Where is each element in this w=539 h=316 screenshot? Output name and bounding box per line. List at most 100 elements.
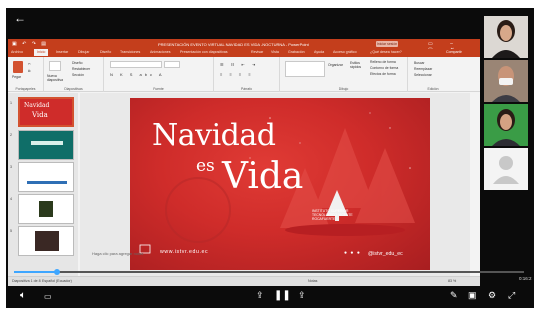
font-size-select[interactable]	[164, 61, 180, 68]
slide-thumb-2[interactable]	[18, 130, 74, 160]
shape-effects-button[interactable]: Efectos de forma	[370, 72, 396, 76]
thumb-number: 2	[10, 133, 12, 137]
ribbon-tabs: Archivo Inicio Insertar Dibujar Diseño T…	[8, 49, 480, 57]
tab-presentacion[interactable]: Presentación con diapositivas	[180, 50, 228, 54]
thumbnail-pane: 1 Navidad Vida 2 3 4 5	[8, 93, 78, 276]
tab-transiciones[interactable]: Transiciones	[120, 50, 140, 54]
thumb-title: Navidad	[24, 102, 50, 109]
fullscreen-icon[interactable]: ⤢	[508, 290, 515, 301]
thumb-image	[39, 201, 53, 217]
language-indicator[interactable]: Español (Ecuador)	[42, 279, 72, 283]
participant-4[interactable]	[484, 148, 528, 190]
default-avatar-icon	[484, 148, 528, 190]
shape-fill-button[interactable]: Relleno de forma	[370, 60, 396, 64]
group-edicion: Buscar Reemplazar Seleccionar Edición	[408, 57, 458, 92]
thumb-number: 5	[10, 229, 12, 233]
shape-outline-button[interactable]: Contorno de forma	[370, 66, 398, 70]
signin-button[interactable]: Iniciar sesión	[376, 41, 398, 47]
group-label: Fuente	[153, 87, 164, 91]
slide-thumb-5[interactable]	[18, 226, 74, 256]
screen-icon[interactable]: ▣	[468, 290, 477, 301]
slide-thumb-4[interactable]	[18, 194, 74, 224]
arrow-left-icon[interactable]: ←	[14, 11, 26, 25]
thumb-image	[35, 231, 59, 251]
cut-icon[interactable]: ✂	[28, 62, 31, 66]
participant-avatar	[484, 60, 528, 102]
quick-access-icons[interactable]: ▣ ↶ ↷ ▤	[12, 41, 48, 47]
slide-1[interactable]: Navidad es Vida INSTITUTO SUPERIOR TECNO…	[130, 98, 430, 270]
slide-title-es: es	[196, 156, 215, 176]
shapes-gallery[interactable]	[285, 61, 325, 77]
participant-1[interactable]	[484, 16, 528, 58]
pause-icon[interactable]: ❚❚	[274, 290, 291, 301]
zoom-level[interactable]: 83 %	[448, 279, 456, 283]
ornament-circle	[165, 177, 231, 243]
layout-button[interactable]: Diseño	[72, 61, 83, 65]
thumb-text-block	[31, 141, 63, 145]
tab-inicio[interactable]: Inicio	[34, 49, 49, 56]
tab-diseno[interactable]: Diseño	[100, 50, 111, 54]
group-label: Edición	[427, 87, 439, 91]
group-parrafo: ☰ ☷ ⇤ ⇥ ≡ ≡ ≡ ≡ Párrafo	[214, 57, 280, 92]
tab-dibujar[interactable]: Dibujar	[78, 50, 89, 54]
select-button[interactable]: Seleccionar	[414, 73, 432, 77]
group-portapapeles: Pegar ✂ ⧉ Portapapeles	[8, 57, 44, 92]
participant-2[interactable]	[484, 60, 528, 102]
tab-vista[interactable]: Vista	[271, 50, 279, 54]
video-player[interactable]: ← ▣ ↶ ↷ ▤ PRESENTACIÓN EVENTO VIRTUAL NA…	[6, 8, 534, 308]
align-icons[interactable]: ≡ ≡ ≡ ≡	[220, 72, 254, 77]
font-format-icons[interactable]: N K S abc A	[110, 72, 165, 77]
tab-insertar[interactable]: Insertar	[56, 50, 68, 54]
section-button[interactable]: Sección	[72, 73, 84, 77]
tab-animaciones[interactable]: Animaciones	[150, 50, 171, 54]
share-icon[interactable]: ⇪	[256, 290, 264, 301]
upload-icon[interactable]: ⇪	[298, 290, 306, 301]
slide-canvas: Navidad es Vida INSTITUTO SUPERIOR TECNO…	[80, 93, 470, 276]
institution-logo-text: INSTITUTO SUPERIOR TECNOLÓGICO VICENTE R…	[312, 209, 353, 221]
group-fuente: N K S abc A Fuente	[104, 57, 214, 92]
tab-revisar[interactable]: Revisar	[251, 50, 263, 54]
thumb-title-2: Vida	[32, 111, 48, 119]
tab-acceso-grafico[interactable]: Acceso gráfico	[333, 50, 357, 54]
paste-icon[interactable]	[13, 61, 23, 73]
tell-me-box[interactable]: ¿Qué desea hacer?	[370, 50, 402, 54]
tab-grabacion[interactable]: Grabación	[288, 50, 305, 54]
group-dibujo: Organizar Estilos rápidos Relleno de for…	[280, 57, 408, 92]
replace-button[interactable]: Reemplazar	[414, 67, 432, 71]
tab-ayuda[interactable]: Ayuda	[314, 50, 324, 54]
arrange-button[interactable]: Organizar	[328, 63, 343, 67]
find-button[interactable]: Buscar	[414, 61, 425, 65]
notes-placeholder[interactable]: Haga clic para agregar notas	[92, 251, 143, 256]
title-bar: ▣ ↶ ↷ ▤ PRESENTACIÓN EVENTO VIRTUAL NAVI…	[8, 39, 480, 53]
settings-icon[interactable]: ⚙	[488, 290, 496, 301]
status-bar: Diapositiva 1 de 8 Español (Ecuador) Not…	[8, 276, 480, 286]
window-title: PRESENTACIÓN EVENTO VIRTUAL NAVIDAD ES V…	[158, 42, 309, 47]
progress-bar[interactable]	[14, 269, 524, 275]
player-controls: 🔈︎ ▭ ⇪ ❚❚ ⇪ ✎ ▣ ⚙ ⤢	[6, 287, 534, 308]
new-slide-button[interactable]: Nueva diapositiva	[47, 74, 71, 82]
list-icons[interactable]: ☰ ☷ ⇤ ⇥	[220, 62, 258, 67]
participant-avatar	[484, 16, 528, 58]
reset-button[interactable]: Restablecer	[72, 67, 90, 71]
group-label: Diapositivas	[64, 87, 83, 91]
new-slide-icon[interactable]	[49, 61, 61, 71]
copy-icon[interactable]: ⧉	[28, 69, 30, 73]
paste-button[interactable]: Pegar	[12, 75, 21, 79]
volume-icon[interactable]: 🔈︎	[20, 290, 26, 301]
share-button[interactable]: Compartir	[446, 50, 462, 54]
quick-styles-button[interactable]: Estilos rápidos	[350, 61, 366, 69]
slide-title-vida: Vida	[222, 156, 304, 197]
slide-thumb-1[interactable]: Navidad Vida	[18, 97, 74, 127]
slides-icon[interactable]: ▭	[44, 292, 52, 301]
participant-avatar	[484, 104, 528, 146]
font-name-select[interactable]	[110, 61, 162, 68]
social-handle: @istvr_edu_ec	[368, 251, 403, 257]
group-label: Párrafo	[240, 87, 253, 91]
notes-button[interactable]: Notas	[308, 279, 317, 283]
pen-icon[interactable]: ✎	[450, 290, 458, 301]
time-current: 0:44	[14, 276, 23, 281]
slide-thumb-3[interactable]	[18, 162, 74, 192]
group-diapositivas: Nueva diapositiva Diseño Restablecer Sec…	[44, 57, 104, 92]
tab-archivo[interactable]: Archivo	[11, 50, 23, 54]
participant-3[interactable]	[484, 104, 528, 146]
